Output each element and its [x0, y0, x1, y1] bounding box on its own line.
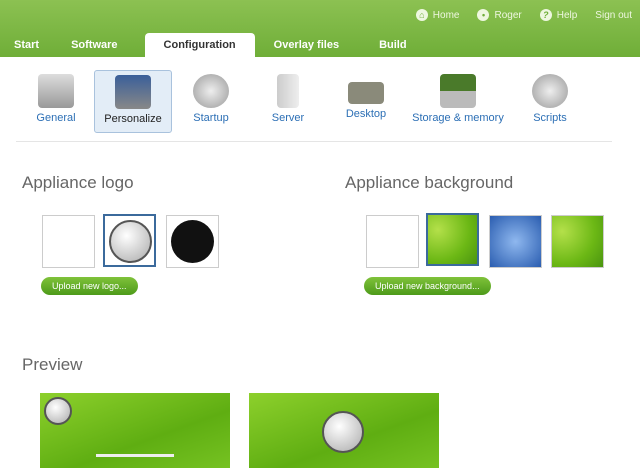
subnav-desktop[interactable]: Desktop [340, 70, 392, 120]
tab-software[interactable]: Software [53, 33, 144, 57]
server-icon [277, 74, 299, 108]
general-icon [38, 74, 74, 108]
progress-bar [96, 454, 174, 457]
main-tabs: Start Software Configuration Overlay fil… [0, 33, 421, 57]
user-icon: • [477, 9, 490, 21]
home-link[interactable]: ⌂ Home [415, 9, 459, 21]
subnav-personalize[interactable]: Personalize [94, 70, 172, 133]
background-option-blue[interactable] [489, 215, 542, 268]
opensuse-logo-icon [44, 397, 72, 425]
top-links: ⌂ Home • Roger ? Help Sign out [415, 9, 632, 21]
help-link[interactable]: ? Help [539, 9, 577, 21]
help-icon: ? [539, 9, 552, 21]
upload-background-button[interactable]: Upload new background... [364, 277, 491, 295]
divider [16, 141, 612, 142]
subnav-startup[interactable]: Startup [185, 70, 237, 124]
subnav-storage-memory[interactable]: Storage & memory [407, 70, 509, 124]
appliance-background-heading: Appliance background [345, 173, 514, 192]
logo-option-blank[interactable] [42, 215, 95, 268]
subnav-server[interactable]: Server [262, 70, 314, 124]
tab-build[interactable]: Build [365, 33, 421, 57]
preview-boot-screen [40, 393, 230, 468]
config-subnav: General Personalize Startup Server Deskt… [0, 70, 640, 133]
opensuse-logo-icon [109, 220, 152, 263]
personalize-icon [115, 75, 151, 109]
logo-option-opensuse[interactable] [103, 214, 156, 267]
logo-option-tux[interactable] [166, 215, 219, 268]
subnav-scripts[interactable]: Scripts [524, 70, 576, 124]
storage-icon [440, 74, 476, 108]
sign-out-link[interactable]: Sign out [595, 9, 632, 21]
background-option-green-2[interactable] [551, 215, 604, 268]
tab-overlay-files[interactable]: Overlay files [255, 33, 365, 57]
tab-start[interactable]: Start [0, 33, 53, 57]
subnav-general[interactable]: General [30, 70, 82, 124]
background-option-green[interactable] [426, 213, 479, 266]
tux-logo-icon [171, 220, 214, 263]
home-icon: ⌂ [415, 9, 428, 21]
appliance-logo-heading: Appliance logo [22, 173, 134, 192]
user-link[interactable]: • Roger [477, 9, 522, 21]
desktop-icon [348, 82, 384, 104]
opensuse-logo-icon [322, 411, 364, 453]
preview-splash-screen [249, 393, 439, 468]
preview-heading: Preview [22, 355, 83, 374]
power-icon [193, 74, 229, 108]
gears-icon [532, 74, 568, 108]
background-option-blank[interactable] [366, 215, 419, 268]
upload-logo-button[interactable]: Upload new logo... [41, 277, 138, 295]
tab-configuration[interactable]: Configuration [144, 33, 255, 57]
